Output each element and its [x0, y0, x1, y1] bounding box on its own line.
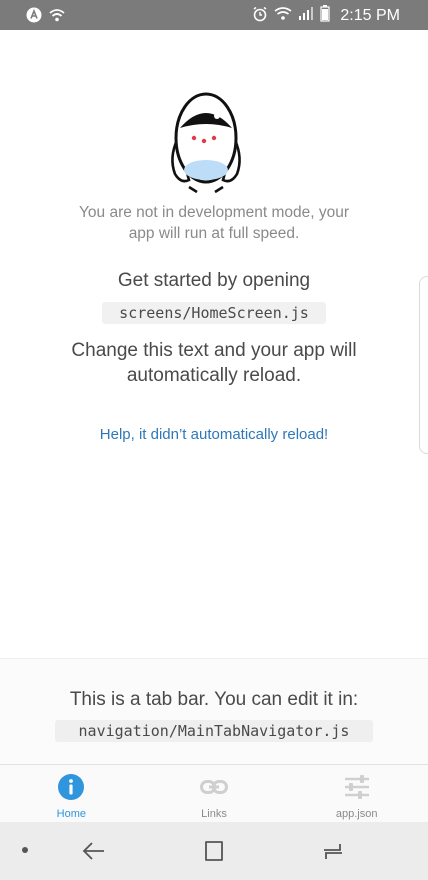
- help-reload-link[interactable]: Help, it didn’t automatically reload!: [0, 426, 428, 443]
- status-left-icons: [26, 7, 66, 28]
- tab-links-label: Links: [201, 808, 227, 820]
- sliders-icon: [343, 773, 371, 801]
- recent-apps-icon[interactable]: [320, 838, 346, 864]
- tab-navigator-path: navigation/MainTabNavigator.js: [55, 720, 373, 742]
- status-right-icons: 2:15 PM: [252, 5, 400, 27]
- app-a-icon: [26, 7, 42, 28]
- back-arrow-icon[interactable]: [81, 838, 107, 864]
- get-started-text: Get started by opening: [117, 270, 311, 291]
- nav-dot-indicator: [22, 847, 28, 853]
- tab-app-json-label: app.json: [335, 808, 378, 820]
- link-icon: [200, 773, 228, 801]
- status-time: 2:15 PM: [340, 7, 400, 24]
- wifi-icon: [274, 6, 292, 26]
- tab-links[interactable]: Links: [143, 765, 286, 823]
- development-mode-notice: You are not in development mode, your ap…: [79, 204, 349, 242]
- tab-app-json[interactable]: app.json: [285, 765, 428, 823]
- edge-panel-handle[interactable]: [419, 276, 428, 454]
- info-icon: [57, 773, 85, 801]
- system-navigation-bar: [0, 822, 428, 880]
- battery-icon: [320, 5, 331, 27]
- tab-bar-info-text: This is a tab bar. You can edit it in:: [69, 689, 359, 710]
- status-bar: 2:15 PM: [0, 0, 428, 30]
- tab-home[interactable]: Home: [0, 765, 143, 823]
- signal-icon: [298, 6, 314, 26]
- home-square-icon[interactable]: [201, 838, 227, 864]
- wifi-call-icon: [48, 7, 66, 28]
- home-screen-content[interactable]: You are not in development mode, your ap…: [0, 30, 428, 658]
- home-screen-path: screens/HomeScreen.js: [102, 302, 326, 324]
- tab-bar-info-panel: This is a tab bar. You can edit it in: n…: [0, 658, 428, 765]
- bottom-tab-bar: Home Links app.json: [0, 764, 428, 823]
- change-text-instructions: Change this text and your app will autom…: [71, 340, 357, 386]
- robot-logo-icon: [167, 88, 245, 196]
- alarm-icon: [252, 6, 268, 27]
- tab-home-label: Home: [56, 808, 86, 820]
